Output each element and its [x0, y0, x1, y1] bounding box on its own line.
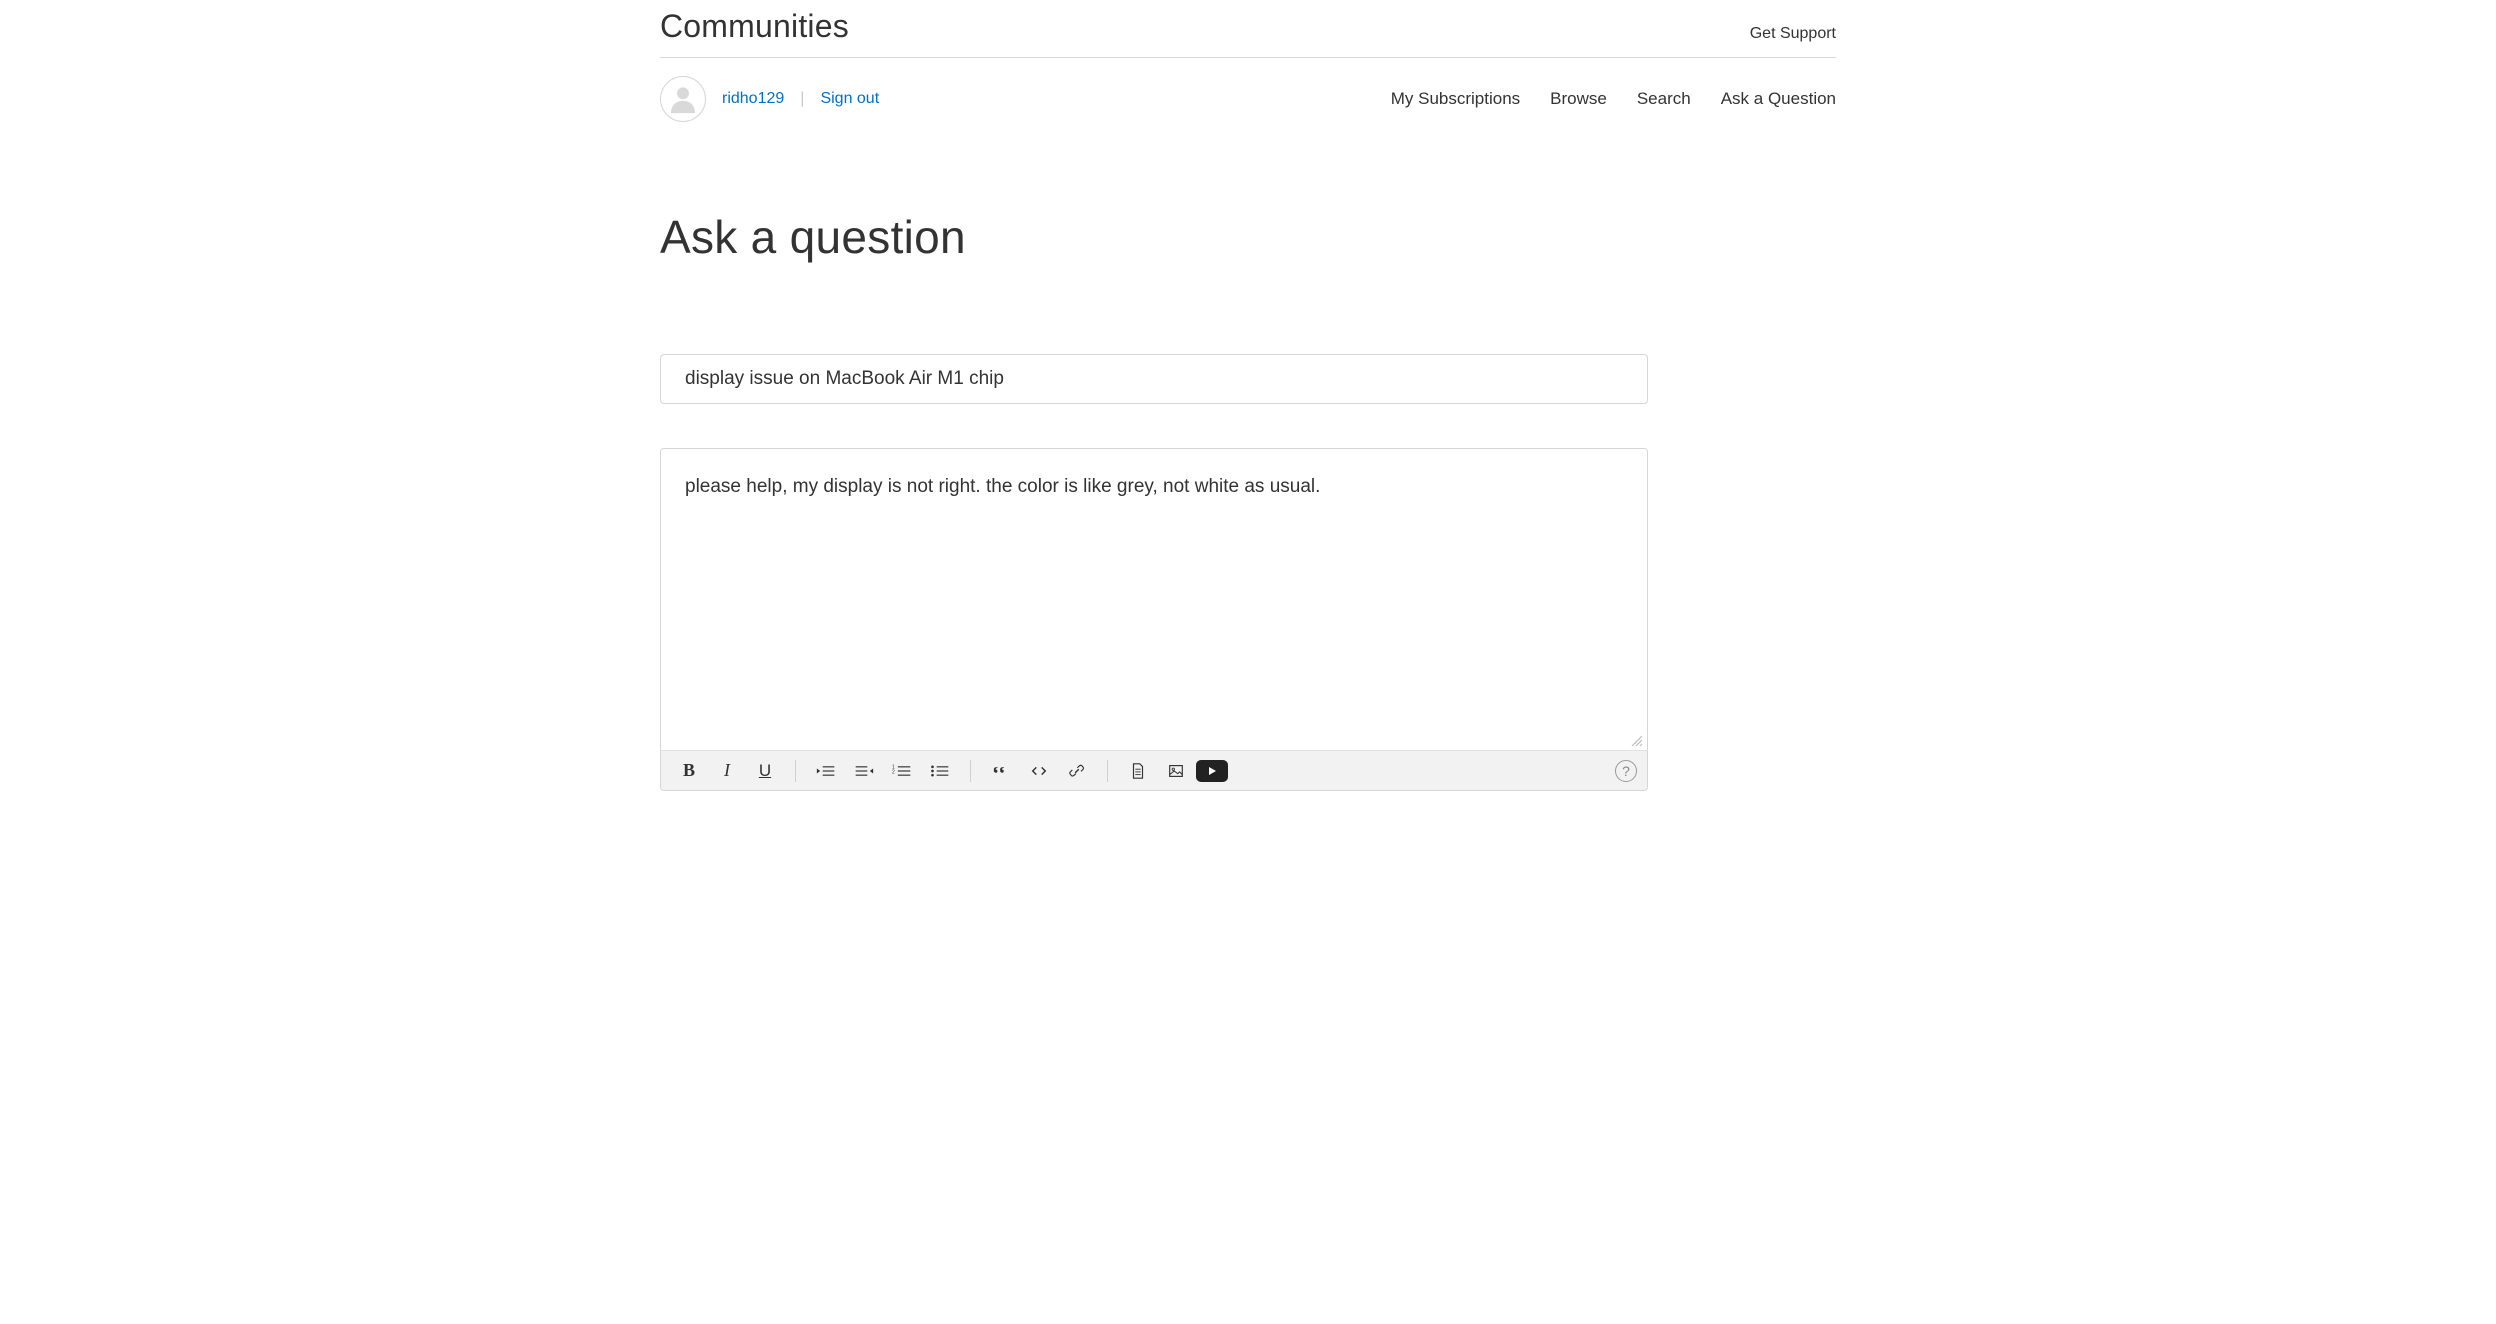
indent-icon: [854, 764, 874, 778]
underline-button[interactable]: U: [747, 756, 783, 786]
indent-button[interactable]: [846, 756, 882, 786]
header-row: Communities Get Support: [660, 0, 1836, 58]
question-body-input[interactable]: [661, 449, 1647, 745]
outdent-button[interactable]: [808, 756, 844, 786]
unordered-list-icon: [930, 764, 950, 778]
nav-search[interactable]: Search: [1637, 89, 1691, 109]
username-link[interactable]: ridho129: [722, 90, 784, 108]
nav-ask-question[interactable]: Ask a Question: [1721, 89, 1836, 109]
ordered-list-icon: 1 2: [892, 764, 912, 778]
bold-icon: B: [683, 760, 695, 781]
code-icon: [1030, 762, 1048, 780]
toolbar-separator: [1107, 760, 1108, 782]
resize-grip-icon[interactable]: [1630, 734, 1644, 748]
user-nav-row: ridho129 | Sign out My Subscriptions Bro…: [660, 58, 1836, 132]
get-support-link[interactable]: Get Support: [1750, 25, 1836, 45]
quote-icon: [992, 762, 1010, 780]
toolbar-separator: [795, 760, 796, 782]
quote-button[interactable]: [983, 756, 1019, 786]
italic-button[interactable]: I: [709, 756, 745, 786]
nav-my-subscriptions[interactable]: My Subscriptions: [1391, 89, 1520, 109]
page-heading: Ask a question: [660, 210, 1836, 264]
document-icon: [1129, 762, 1147, 780]
play-icon: [1206, 765, 1218, 777]
site-title[interactable]: Communities: [660, 8, 849, 45]
help-button[interactable]: ?: [1615, 760, 1637, 782]
nav-browse[interactable]: Browse: [1550, 89, 1607, 109]
link-icon: [1068, 762, 1086, 780]
question-title-input[interactable]: [660, 354, 1648, 404]
separator: |: [800, 90, 804, 108]
editor-wrap: B I U: [660, 448, 1648, 791]
attachment-button[interactable]: [1120, 756, 1156, 786]
toolbar-separator: [970, 760, 971, 782]
signout-link[interactable]: Sign out: [820, 90, 879, 108]
underline-icon: U: [759, 761, 771, 781]
editor-toolbar: B I U: [661, 750, 1647, 790]
image-icon: [1167, 762, 1185, 780]
user-block: ridho129 | Sign out: [660, 76, 879, 122]
italic-icon: I: [724, 760, 730, 781]
ordered-list-button[interactable]: 1 2: [884, 756, 920, 786]
outdent-icon: [816, 764, 836, 778]
code-button[interactable]: [1021, 756, 1057, 786]
video-button[interactable]: [1196, 760, 1228, 782]
link-button[interactable]: [1059, 756, 1095, 786]
nav-links: My Subscriptions Browse Search Ask a Que…: [1391, 89, 1836, 109]
svg-text:2: 2: [892, 769, 895, 775]
image-button[interactable]: [1158, 756, 1194, 786]
avatar[interactable]: [660, 76, 706, 122]
unordered-list-button[interactable]: [922, 756, 958, 786]
bold-button[interactable]: B: [671, 756, 707, 786]
user-icon: [666, 82, 700, 116]
